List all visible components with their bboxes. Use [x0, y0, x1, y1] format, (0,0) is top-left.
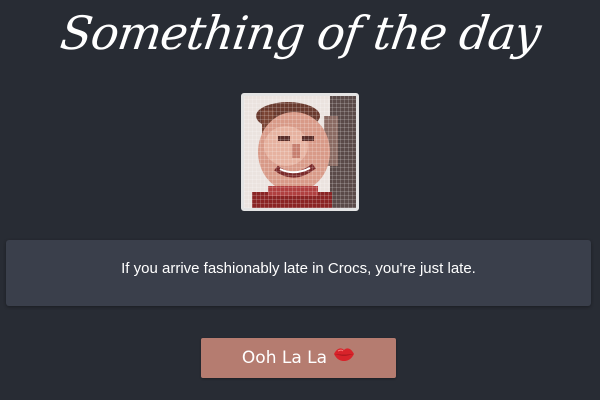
quote-text: If you arrive fashionably late in Crocs,… [121, 260, 476, 277]
quote-card: If you arrive fashionably late in Crocs,… [6, 240, 591, 306]
page-title: Something of the day [57, 6, 544, 60]
pixel-grid-overlay [244, 96, 356, 208]
ooh-la-la-button[interactable]: Ooh La La [201, 338, 396, 378]
portrait-image [241, 93, 359, 211]
kiss-lips-icon [333, 337, 355, 377]
ooh-la-la-label: Ooh La La [241, 348, 328, 368]
